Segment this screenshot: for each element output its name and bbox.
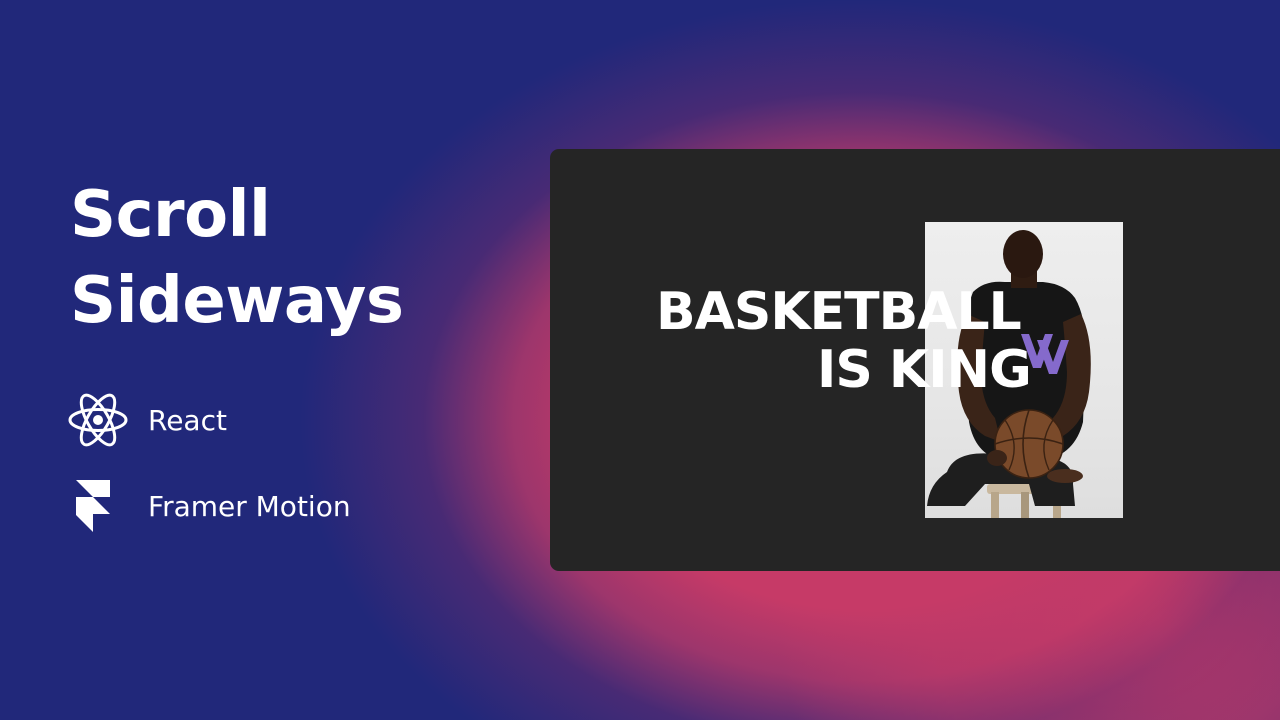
headline-line-1: BASKETBALL [656,282,1022,342]
page-title: Scroll Sideways [70,172,404,344]
title-line-2: Sideways [70,264,404,338]
title-line-1: Scroll [70,178,271,252]
react-icon [68,392,128,448]
framer-icon [68,478,128,534]
tech-item-react: React [68,392,227,448]
tech-label-framer-motion: Framer Motion [148,489,351,523]
preview-card: BASKETBALL IS KING [550,149,1280,571]
tech-item-framer-motion: Framer Motion [68,478,351,534]
tech-label-react: React [148,403,227,437]
headline-line-2: IS KING [817,340,1032,400]
